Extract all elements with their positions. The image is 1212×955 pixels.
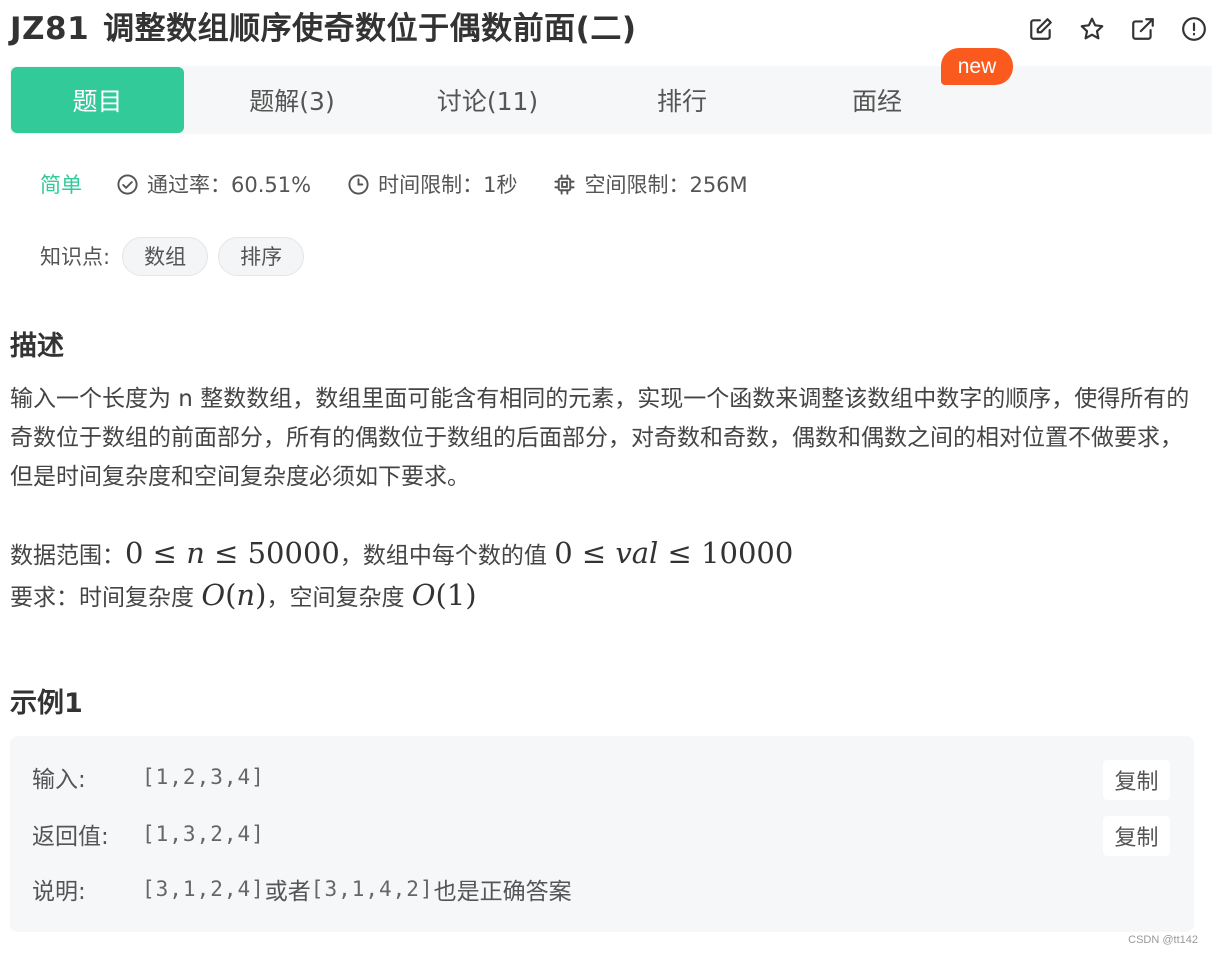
range-formula-n: 0 ≤ n ≤ 50000 <box>125 536 340 570</box>
example-output-row: 返回值: [1,3,2,4] <box>32 814 265 854</box>
req-mid: ，空间复杂度 <box>266 585 412 611</box>
pass-rate-text: 通过率：60.51% <box>147 173 312 197</box>
star-icon[interactable] <box>1078 15 1106 43</box>
memory-limit: 空间限制：256M <box>553 169 748 199</box>
problem-code: JZ81 <box>10 11 90 47</box>
edit-icon[interactable] <box>1027 15 1055 43</box>
note-text-b: 也是正确答案 <box>433 879 572 905</box>
description-heading: 描述 <box>10 331 64 362</box>
range-formula-val: 0 ≤ val ≤ 10000 <box>554 536 794 570</box>
time-limit-text: 时间限制：1秒 <box>378 173 518 197</box>
space-complexity: O(1) <box>411 578 477 612</box>
example-box: 输入: [1,2,3,4] 复制 返回值: [1,3,2,4] 复制 说明: [… <box>10 736 1194 932</box>
copy-input-button[interactable]: 复制 <box>1103 760 1170 800</box>
complexity-requirement: 要求：时间复杂度 O(n)，空间复杂度 O(1) <box>10 578 477 612</box>
tab-ranking[interactable]: 排行 <box>622 67 742 133</box>
pass-rate: 通过率：60.51% <box>116 169 311 199</box>
memory-limit-text: 空间限制：256M <box>584 173 748 197</box>
note-text-a: 或者 <box>264 879 311 905</box>
tab-bar: 题目 题解(3) 讨论(11) 排行 面经 new <box>10 48 1212 134</box>
report-icon[interactable] <box>1180 15 1208 43</box>
data-range: 数据范围：0 ≤ n ≤ 50000，数组中每个数的值 0 ≤ val ≤ 10… <box>10 536 793 570</box>
clock-icon <box>348 173 369 195</box>
difficulty-label: 简单 <box>40 173 82 197</box>
req-label: 要求：时间复杂度 <box>10 585 202 611</box>
page-title: JZ81 调整数组顺序使奇数位于偶数前面(二) <box>10 8 637 50</box>
copy-output-button[interactable]: 复制 <box>1103 816 1170 856</box>
watermark: CSDN @tt142 <box>1128 934 1198 946</box>
range-label: 数据范围： <box>10 543 125 569</box>
tag-array[interactable]: 数组 <box>122 236 209 276</box>
time-complexity: O(n) <box>201 578 267 612</box>
note-value-a: [3,1,2,4] <box>142 877 265 901</box>
description-text: 输入一个长度为 n 整数数组，数组里面可能含有相同的元素，实现一个函数来调整该数… <box>10 386 1190 490</box>
knowledge-label: 知识点: <box>40 245 111 269</box>
example-note-row: 说明: [3,1,2,4] 或者 [3,1,4,2] 也是正确答案 <box>32 869 572 909</box>
tab-discussion[interactable]: 讨论(11) <box>415 67 560 133</box>
tab-solutions[interactable]: 题解(3) <box>222 67 362 133</box>
input-value: [1,2,3,4] <box>142 765 265 789</box>
check-circle-icon <box>117 173 138 195</box>
problem-meta: 简单 通过率：60.51% 时间限制：1秒 空间限制：256M <box>40 168 784 200</box>
title-actions <box>1027 15 1208 43</box>
new-badge: new <box>941 48 1013 85</box>
title-row: JZ81 调整数组顺序使奇数位于偶数前面(二) <box>10 8 1212 52</box>
tab-interview[interactable]: 面经 <box>817 67 937 133</box>
tab-problem[interactable]: 题目 <box>11 67 184 133</box>
tag-sort[interactable]: 排序 <box>218 236 305 276</box>
note-value-b: [3,1,4,2] <box>310 877 434 901</box>
note-label: 说明: <box>32 879 86 905</box>
output-value: [1,3,2,4] <box>142 822 265 846</box>
external-link-icon[interactable] <box>1129 15 1157 43</box>
range-mid: ，数组中每个数的值 <box>339 543 555 569</box>
problem-title: 调整数组顺序使奇数位于偶数前面(二) <box>103 11 637 47</box>
chip-icon <box>554 173 576 195</box>
output-label: 返回值: <box>32 824 109 850</box>
example-heading: 示例1 <box>10 688 83 719</box>
knowledge-tags: 知识点: 数组 排序 <box>40 236 314 276</box>
input-label: 输入: <box>32 767 86 793</box>
example-input-row: 输入: [1,2,3,4] <box>32 757 265 797</box>
time-limit: 时间限制：1秒 <box>347 169 517 199</box>
